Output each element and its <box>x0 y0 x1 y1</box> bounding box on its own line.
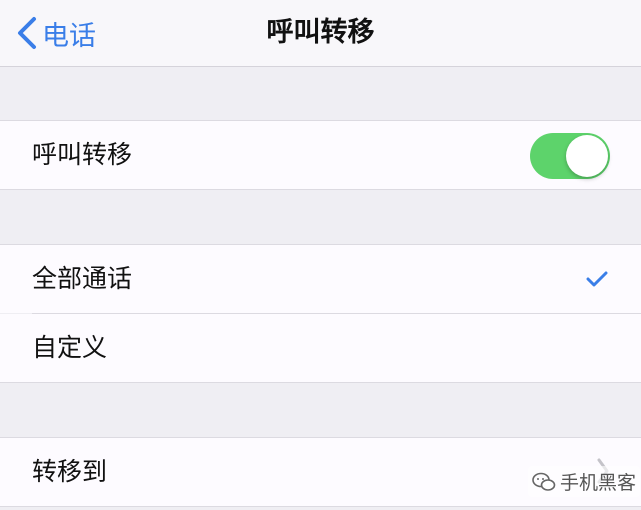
checkmark-icon <box>586 271 608 287</box>
option-custom[interactable]: 自定义 <box>0 314 641 382</box>
section-spacer <box>0 383 641 437</box>
option-label: 全部通话 <box>32 264 133 293</box>
option-all-calls[interactable]: 全部通话 <box>0 245 641 313</box>
section-spacer <box>0 190 641 244</box>
forward-to-label: 转移到 <box>32 457 108 486</box>
watermark-text: 手机黑客 <box>560 472 637 494</box>
toggle-knob <box>566 135 608 177</box>
wechat-icon <box>532 472 556 491</box>
page-title: 呼叫转移 <box>266 17 375 48</box>
watermark: 手机黑客 <box>528 466 641 497</box>
divider <box>0 506 641 507</box>
option-label: 自定义 <box>32 333 108 362</box>
call-forwarding-toggle[interactable] <box>530 133 610 179</box>
navigation-bar: 电话 呼叫转移 <box>0 0 641 67</box>
section-spacer <box>0 67 641 120</box>
call-forwarding-row: 呼叫转移 <box>0 121 641 189</box>
call-forwarding-label: 呼叫转移 <box>32 140 133 169</box>
